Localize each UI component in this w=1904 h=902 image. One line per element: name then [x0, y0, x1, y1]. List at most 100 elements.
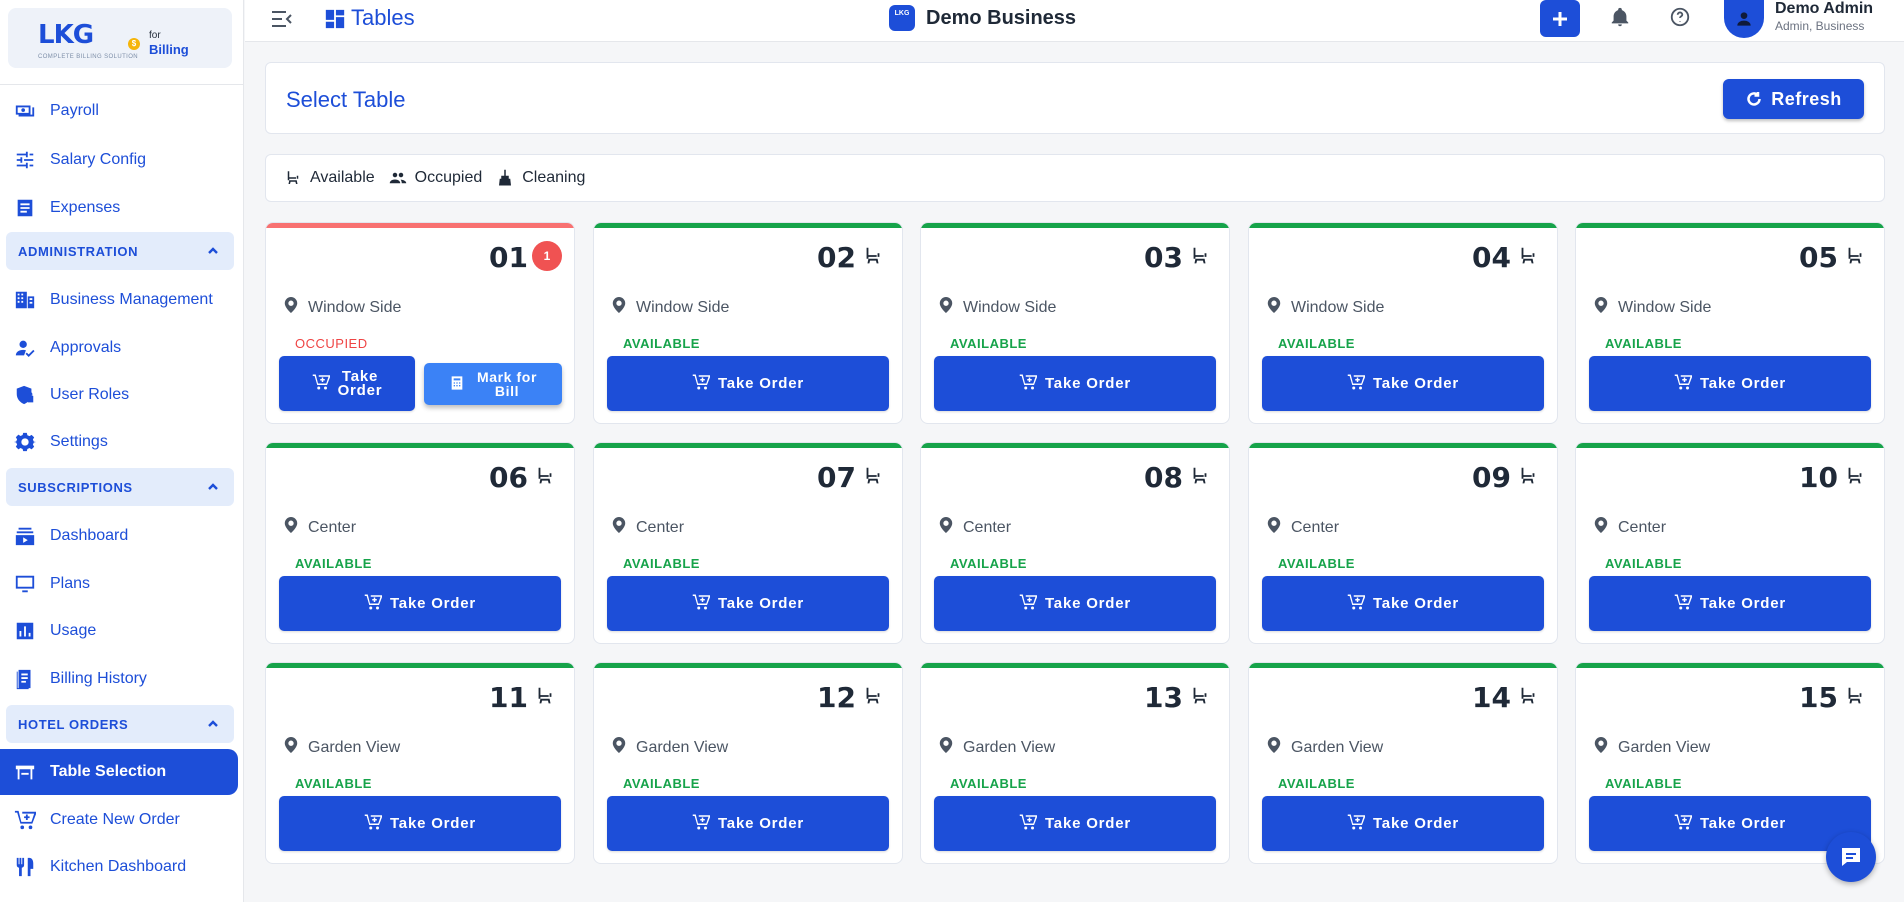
- sidebar-item-plans[interactable]: Plans: [0, 562, 238, 606]
- sidebar-item-expenses[interactable]: Expenses: [0, 186, 238, 230]
- table-location: Garden View: [612, 737, 728, 758]
- location-pin-icon: [939, 297, 963, 318]
- cart-icon: [692, 373, 718, 395]
- table-card[interactable]: 01 1 Window Side OCCUPIED Take Order Mark for…: [265, 222, 575, 424]
- seat-icon: [1517, 685, 1539, 707]
- user-name[interactable]: Demo Admin: [1775, 0, 1873, 18]
- top-bar: Tables LKG Demo Business Demo Admin Admi…: [245, 0, 1904, 42]
- legend-cleaning: Cleaning: [496, 169, 585, 187]
- take-order-label: Take Order: [717, 375, 805, 392]
- table-card[interactable]: 12 Garden View AVAILABLE Take Order: [593, 662, 903, 864]
- table-card[interactable]: 03 Window Side AVAILABLE Take Order: [920, 222, 1230, 424]
- take-order-button[interactable]: Take Order: [1589, 576, 1871, 631]
- business-name[interactable]: Demo Business: [926, 7, 1076, 30]
- sidebar-item-dashboard[interactable]: Dashboard: [0, 514, 238, 558]
- sidebar-item-usage[interactable]: Usage: [0, 609, 238, 653]
- logo-divider: [0, 84, 243, 85]
- cart-icon: [1019, 373, 1045, 395]
- table-card[interactable]: 06 Center AVAILABLE Take Order: [265, 442, 575, 644]
- take-order-button[interactable]: Take Order: [279, 796, 561, 851]
- table-card[interactable]: 13 Garden View AVAILABLE Take Order: [920, 662, 1230, 864]
- section-administration[interactable]: ADMINISTRATION: [6, 232, 234, 270]
- take-order-button[interactable]: Take Order: [1589, 356, 1871, 411]
- mark-bill-label: Mark for Bill: [476, 369, 538, 399]
- mark-for-bill-button[interactable]: Mark for Bill: [424, 363, 562, 405]
- take-order-button[interactable]: Take Order: [607, 796, 889, 851]
- section-subscriptions[interactable]: SUBSCRIPTIONS: [6, 468, 234, 506]
- table-location: Garden View: [1594, 737, 1710, 758]
- plus-icon: [1553, 11, 1567, 26]
- section-hotel-orders[interactable]: HOTEL ORDERS: [6, 705, 234, 743]
- sidebar-item-kitchen-dashboard[interactable]: Kitchen Dashboard: [0, 845, 238, 889]
- table-card[interactable]: 09 Center AVAILABLE Take Order: [1248, 442, 1558, 644]
- gear-icon: [14, 431, 36, 453]
- sidebar-item-billing-history[interactable]: Billing History: [0, 657, 238, 701]
- take-order-button[interactable]: Take Order: [934, 356, 1216, 411]
- take-order-label: Take Order: [717, 595, 805, 612]
- sidebar-item-business-management[interactable]: Business Management: [0, 278, 238, 322]
- avatar[interactable]: [1724, 0, 1764, 38]
- sidebar-item-payroll[interactable]: Payroll: [0, 89, 238, 133]
- take-order-button[interactable]: Take Order: [279, 356, 415, 411]
- refresh-button[interactable]: Refresh: [1723, 79, 1864, 119]
- table-card[interactable]: 14 Garden View AVAILABLE Take Order: [1248, 662, 1558, 864]
- section-label: ADMINISTRATION: [18, 243, 139, 259]
- location-label: Center: [963, 518, 1012, 536]
- menu-collapse-icon[interactable]: [269, 7, 295, 31]
- sidebar-item-salary-config[interactable]: Salary Config: [0, 138, 238, 182]
- sidebar-item-create-new-order[interactable]: Create New Order: [0, 798, 238, 842]
- select-table-header: Select Table Refresh: [265, 62, 1885, 134]
- status-stripe: [594, 663, 902, 668]
- location-pin-icon: [612, 517, 636, 538]
- chat-button[interactable]: [1826, 832, 1876, 882]
- cart-icon: [364, 813, 390, 835]
- table-card[interactable]: 08 Center AVAILABLE Take Order: [920, 442, 1230, 644]
- take-order-label: Take Order: [1699, 595, 1787, 612]
- receipt-icon: [14, 668, 36, 690]
- location-pin-icon: [1267, 517, 1291, 538]
- take-order-button[interactable]: Take Order: [607, 356, 889, 411]
- take-order-button[interactable]: Take Order: [1589, 796, 1871, 851]
- sidebar-item-settings[interactable]: Settings: [0, 420, 238, 464]
- help-icon[interactable]: [1669, 6, 1691, 28]
- take-order-button[interactable]: Take Order: [607, 576, 889, 631]
- take-order-button[interactable]: Take Order: [279, 576, 561, 631]
- table-card[interactable]: 05 Window Side AVAILABLE Take Order: [1575, 222, 1885, 424]
- sidebar-item-table-selection[interactable]: Table Selection: [0, 749, 238, 795]
- table-number: 07: [817, 461, 856, 494]
- take-order-button[interactable]: Take Order: [1262, 576, 1544, 631]
- table-location: Center: [939, 517, 1011, 538]
- seat-icon: [1844, 245, 1866, 267]
- sidebar-item-approvals[interactable]: Approvals: [0, 326, 238, 370]
- section-label: HOTEL ORDERS: [18, 716, 129, 732]
- take-order-label: Take Order: [389, 815, 477, 832]
- table-location: Center: [1267, 517, 1339, 538]
- take-order-button[interactable]: Take Order: [934, 796, 1216, 851]
- status-stripe: [1576, 443, 1884, 448]
- table-number: 08: [1144, 461, 1183, 494]
- table-card[interactable]: 10 Center AVAILABLE Take Order: [1575, 442, 1885, 644]
- bill-icon: [449, 375, 477, 393]
- status-stripe: [921, 663, 1229, 668]
- location-label: Center: [1291, 518, 1340, 536]
- take-order-button[interactable]: Take Order: [1262, 796, 1544, 851]
- table-card[interactable]: 04 Window Side AVAILABLE Take Order: [1248, 222, 1558, 424]
- status-stripe: [266, 443, 574, 448]
- table-card[interactable]: 15 Garden View AVAILABLE Take Order: [1575, 662, 1885, 864]
- bell-icon[interactable]: [1609, 6, 1631, 28]
- take-order-button[interactable]: Take Order: [1262, 356, 1544, 411]
- location-pin-icon: [1594, 297, 1618, 318]
- take-order-button[interactable]: Take Order: [934, 576, 1216, 631]
- sidebar-item-user-roles[interactable]: User Roles: [0, 373, 238, 417]
- logo-text: LKG: [38, 20, 94, 50]
- table-card[interactable]: 02 Window Side AVAILABLE Take Order: [593, 222, 903, 424]
- status-badge: AVAILABLE: [623, 776, 700, 791]
- add-button[interactable]: [1540, 0, 1580, 37]
- table-card[interactable]: 11 Garden View AVAILABLE Take Order: [265, 662, 575, 864]
- table-number: 09: [1472, 461, 1511, 494]
- refresh-icon: [1747, 92, 1761, 106]
- table-card[interactable]: 07 Center AVAILABLE Take Order: [593, 442, 903, 644]
- coin-icon: $: [128, 38, 140, 50]
- table-location: Window Side: [284, 297, 401, 318]
- app-logo[interactable]: LKG $ for Billing COMPLETE BILLING SOLUT…: [8, 8, 232, 68]
